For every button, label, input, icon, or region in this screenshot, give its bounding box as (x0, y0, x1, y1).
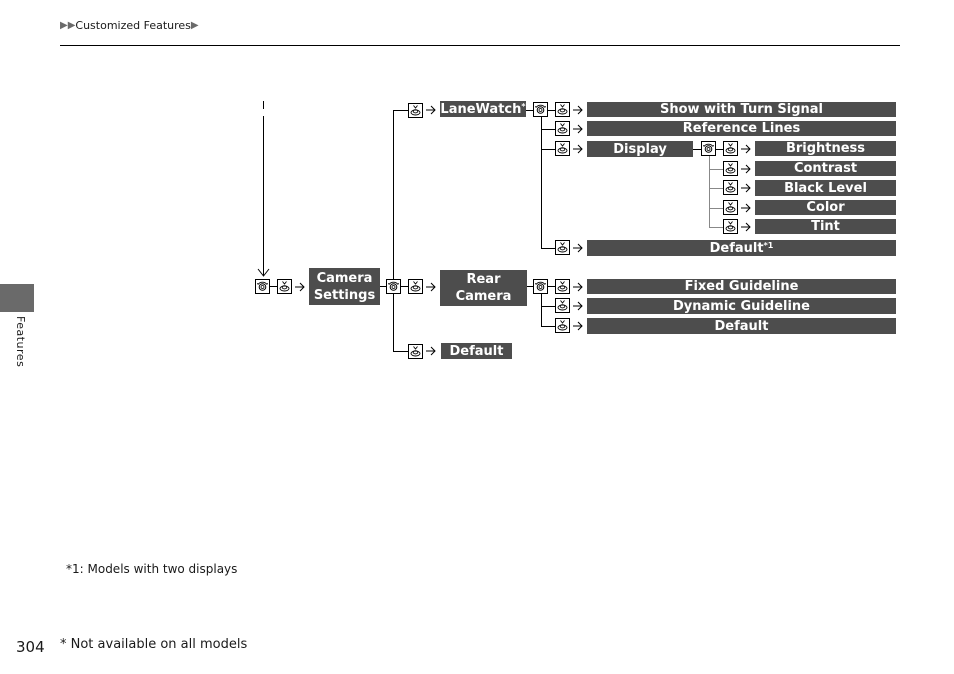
connector-line (541, 129, 555, 130)
section-tab-label: Features (14, 316, 27, 368)
section-tab (0, 284, 34, 312)
arrow-right-icon (741, 144, 751, 154)
connector-line (393, 110, 408, 111)
selector-dial-icon (255, 279, 270, 294)
triangle-right-icon: ▶ (190, 20, 199, 31)
tint-box[interactable]: Tint (755, 219, 896, 234)
press-knob-icon (555, 141, 570, 156)
arrow-right-icon (741, 203, 751, 213)
page-number: 304 (16, 638, 45, 656)
connector-line (709, 169, 723, 170)
press-knob-icon (555, 121, 570, 136)
display-box[interactable]: Display (587, 141, 693, 157)
arrow-right-icon (573, 243, 583, 253)
selector-dial-icon (701, 141, 716, 156)
connector-line (263, 101, 264, 109)
press-knob-icon (723, 200, 738, 215)
connector-line (541, 326, 555, 327)
press-knob-icon (277, 279, 292, 294)
connector-line (263, 116, 264, 276)
breadcrumb: ▶▶ Customized Features ▶ (60, 19, 199, 32)
press-knob-icon (408, 279, 423, 294)
double-triangle-right-icon: ▶▶ (60, 20, 76, 31)
arrow-right-icon (573, 144, 583, 154)
connector-line (693, 149, 701, 150)
connector-line (526, 110, 533, 111)
press-knob-icon (723, 180, 738, 195)
press-knob-icon (723, 161, 738, 176)
arrow-right-icon (741, 183, 751, 193)
press-knob-icon (723, 219, 738, 234)
connector-line (709, 227, 723, 228)
arrow-right-icon (426, 346, 436, 356)
brightness-box[interactable]: Brightness (755, 141, 896, 156)
press-knob-icon (555, 298, 570, 313)
arrow-right-icon (741, 164, 751, 174)
show-with-turn-signal-box[interactable]: Show with Turn Signal (587, 102, 896, 117)
press-knob-icon (555, 240, 570, 255)
connector-line (541, 248, 555, 249)
connector-line (541, 149, 555, 150)
connector-line (270, 286, 277, 287)
color-box[interactable]: Color (755, 200, 896, 215)
connector-line (401, 286, 408, 287)
black-level-box[interactable]: Black Level (755, 180, 896, 196)
arrow-right-icon (295, 282, 305, 292)
arrow-right-icon (573, 105, 583, 115)
camera-settings-box[interactable]: Camera Settings (309, 268, 380, 305)
connector-line (709, 156, 710, 227)
arrow-right-icon (741, 222, 751, 232)
selector-dial-icon (386, 279, 401, 294)
footnote-not-available: * Not available on all models (60, 637, 248, 652)
connector-line (541, 306, 555, 307)
footnote-two-displays: *1: Models with two displays (66, 562, 238, 576)
press-knob-icon (408, 103, 423, 118)
press-knob-icon (555, 279, 570, 294)
arrow-down-icon (257, 268, 270, 277)
selector-dial-icon (533, 102, 548, 117)
header-rule (60, 45, 900, 46)
connector-line (393, 351, 408, 352)
connector-line (541, 117, 542, 248)
lanewatch-default-box[interactable]: Default *1 (587, 240, 896, 256)
press-knob-icon (555, 318, 570, 333)
rear-default-box[interactable]: Default (587, 318, 896, 334)
reference-lines-box[interactable]: Reference Lines (587, 121, 896, 136)
connector-line (393, 110, 394, 279)
connector-line (548, 110, 555, 111)
lanewatch-box[interactable]: LaneWatch * (440, 101, 526, 117)
camera-default-box[interactable]: Default (441, 343, 512, 359)
selector-dial-icon (533, 279, 548, 294)
dynamic-guideline-box[interactable]: Dynamic Guideline (587, 298, 896, 314)
connector-line (541, 294, 542, 327)
breadcrumb-text[interactable]: Customized Features (75, 19, 191, 32)
arrow-right-icon (573, 301, 583, 311)
fixed-guideline-box[interactable]: Fixed Guideline (587, 279, 896, 294)
arrow-right-icon (573, 321, 583, 331)
connector-line (393, 294, 394, 351)
connector-line (709, 188, 723, 189)
arrow-right-icon (573, 124, 583, 134)
rear-camera-box[interactable]: Rear Camera (440, 270, 527, 306)
contrast-box[interactable]: Contrast (755, 161, 896, 176)
connector-line (709, 208, 723, 209)
press-knob-icon (723, 141, 738, 156)
arrow-right-icon (573, 282, 583, 292)
press-knob-icon (408, 344, 423, 359)
connector-line (548, 286, 555, 287)
arrow-right-icon (426, 282, 436, 292)
arrow-right-icon (426, 105, 436, 115)
press-knob-icon (555, 102, 570, 117)
connector-line (716, 149, 723, 150)
